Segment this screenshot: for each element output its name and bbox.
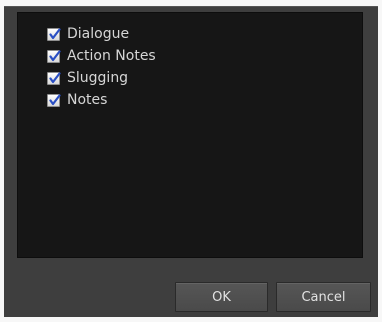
option-label: Dialogue: [67, 26, 130, 42]
options-list: Dialogue Action Notes Slugging Notes: [17, 12, 363, 258]
cancel-button[interactable]: Cancel: [276, 282, 371, 312]
checkmark-icon: [49, 72, 61, 84]
checkbox-action-notes[interactable]: [47, 50, 61, 63]
checkmark-icon: [49, 50, 61, 62]
checkmark-icon: [49, 28, 61, 40]
option-dialogue[interactable]: Dialogue: [47, 25, 129, 44]
option-label: Notes: [67, 92, 108, 108]
option-slugging[interactable]: Slugging: [47, 69, 128, 88]
option-label: Action Notes: [67, 48, 156, 64]
option-action-notes[interactable]: Action Notes: [47, 47, 156, 66]
checkbox-slugging[interactable]: [47, 72, 61, 85]
checkbox-notes[interactable]: [47, 94, 61, 107]
ok-button[interactable]: OK: [175, 282, 268, 312]
option-label: Slugging: [67, 70, 129, 86]
checkmark-icon: [49, 94, 61, 106]
option-notes[interactable]: Notes: [47, 91, 107, 110]
checkbox-dialogue[interactable]: [47, 28, 61, 41]
dialog: Dialogue Action Notes Slugging Notes OK …: [4, 6, 378, 317]
